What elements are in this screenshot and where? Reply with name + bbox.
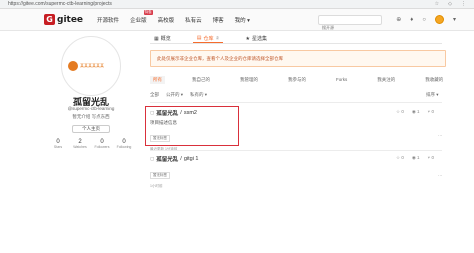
repo-tab-icon: ▤ [196,35,202,41]
star-icon[interactable]: ☆ [435,0,439,9]
notice-text: 此处仅展示非企业仓库，查看个人及企业的仓库请选择全部仓库 [157,55,283,61]
stat-following[interactable]: 0 Following [114,139,134,149]
extensions-icon[interactable]: ◇ [448,0,452,9]
profile-note: 暂无介绍 写点东西 [72,114,110,119]
notice-banner: 此处仅展示非企业仓库，查看个人及企业的仓库请选择全部仓库 [150,50,446,67]
profile-avatar: 某某某某某某 [61,36,121,96]
stat-followers[interactable]: 0 Followers [92,139,112,149]
watch-count[interactable]: ◉ 1 [412,155,420,161]
chevron-down-icon[interactable]: ▾ [453,16,456,23]
nav-links: 开源软件 企业版 特惠 高校版 私有云 博客 我的 ▾ [97,9,250,24]
repo-icon: ▢ [150,156,155,161]
browser-toolbar: ☆ ◇ ⋮ [435,0,466,9]
repo-separator: / [180,156,182,162]
top-navigation: G gitee 开源软件 企业版 特惠 高校版 私有云 博客 我的 ▾ ⊕ ♦ … [0,9,474,32]
tab-repositories[interactable]: ▤ 仓库 2 [192,34,224,43]
repo-search-row: 全部 公开的 ▾ 私有的 ▾ [150,92,442,98]
stat-stars[interactable]: 0 Stars [48,139,68,149]
tab-count: 2 [215,36,220,40]
profile-tabs: ▦ 概览 ▤ 仓库 2 ★ 星选集 [150,34,442,44]
stat-label: Following [116,145,132,149]
repo-item: ▢ 孤留光乱 / gitgi 1 暂无标签 1小时前 ☆ 0 ◉ 1 ⑂ 0 ⋯ [150,155,442,189]
avatar-caption: 某某某某某某 [80,63,104,68]
fork-count[interactable]: ⑂ 0 [428,155,434,161]
filter-managed[interactable]: 我管理的 [237,76,261,84]
star-count-value: 0 [401,109,404,114]
nav-link-open-source[interactable]: 开源软件 [97,16,119,24]
filter-public[interactable]: 公开的 ▾ [166,92,183,98]
filter-watched[interactable]: 我关注的 [374,76,398,84]
nav-link-mine[interactable]: 我的 ▾ [235,16,250,24]
filter-private[interactable]: 私有的 ▾ [190,92,207,98]
fork-count-value: 0 [431,155,434,160]
divider [150,102,442,103]
browser-address-bar: https://gitee.com/supermc-ctb-learning/p… [0,0,474,9]
stat-label: Watches [73,145,87,149]
gitee-logo[interactable]: G gitee [44,14,83,25]
star-icon: ★ [245,35,250,42]
filter-forks[interactable]: Forks [333,76,350,84]
logo-mark: G [44,14,55,25]
watch-count-value: 1 [417,109,420,114]
overview-icon: ▦ [154,35,159,42]
stat-label: Stars [53,145,63,149]
fork-count[interactable]: ⑂ 0 [428,109,434,115]
tab-stars[interactable]: ★ 星选集 [241,34,271,43]
star-count[interactable]: ☆ 0 [396,155,404,161]
notification-icon[interactable]: ○ [422,17,426,23]
address-url[interactable]: https://gitee.com/supermc-ctb-learning/p… [8,1,435,7]
bell-icon[interactable]: ♦ [410,17,413,23]
menu-icon[interactable]: ⋮ [461,0,466,9]
promo-badge: 特惠 [143,9,153,15]
star-count-value: 0 [401,155,404,160]
highlight-box [145,106,239,146]
filter-mine[interactable]: 我自己的 [189,76,213,84]
fork-count-value: 0 [431,109,434,114]
avatar-logo-icon [68,61,78,71]
repo-stats: ☆ 0 ◉ 1 ⑂ 0 [396,109,434,115]
personal-homepage-button[interactable]: 个人主页 [72,125,110,133]
repo-tag[interactable]: 暂无标签 [150,172,170,179]
logo-text: gitee [57,14,84,25]
personal-homepage-label: 个人主页 [82,126,100,131]
star-count[interactable]: ☆ 0 [396,109,404,115]
more-options-icon[interactable]: ⋯ [438,133,442,138]
tab-label: 概览 [160,36,171,42]
filter-starred[interactable]: 我收藏的 [422,76,446,84]
tab-overview[interactable]: ▦ 概览 [150,34,175,43]
filter-participated[interactable]: 我参与的 [285,76,309,84]
repo-updated: 1小时前 [150,184,163,188]
profile-handle: @supermc-ctb-learning [67,106,115,111]
nav-link-enterprise[interactable]: 企业版 特惠 [130,9,153,24]
filter-visibility-all[interactable]: 全部 [150,92,159,98]
avatar-image: 某某某某某某 [68,57,114,75]
repo-name: gitgi 1 [183,156,199,162]
tab-label: 仓库 [203,35,214,42]
stat-watches[interactable]: 2 Watches [70,139,90,149]
nav-search-box[interactable] [318,15,382,32]
profile-stats: 0 Stars 2 Watches 0 Followers 0 Followin… [48,139,134,149]
watch-count-value: 1 [417,155,420,160]
nav-link-private-cloud[interactable]: 私有云 [185,16,202,24]
add-icon[interactable]: ⊕ [396,16,401,23]
search-input[interactable] [322,23,376,32]
watch-count[interactable]: ◉ 1 [412,109,420,115]
tab-label: 星选集 [251,36,267,42]
stat-label: Followers [94,145,110,149]
nav-link-enterprise-label: 企业版 [130,17,147,24]
sort-dropdown[interactable]: 排序 ▾ [426,92,439,98]
nav-link-blog[interactable]: 博客 [213,16,224,24]
nav-right-actions: ⊕ ♦ ○ ▾ [396,15,456,24]
filter-all[interactable]: 所有 [150,76,165,84]
user-avatar[interactable] [434,15,444,24]
nav-link-education[interactable]: 高校版 [158,16,175,24]
repo-filters: 所有 我自己的 我管理的 我参与的 Forks 我关注的 我收藏的 [150,76,443,84]
more-options-icon[interactable]: ⋯ [438,173,442,178]
repo-owner: 孤留光乱 [156,157,179,163]
repo-stats: ☆ 0 ◉ 1 ⑂ 0 [396,155,434,161]
divider [150,150,442,151]
